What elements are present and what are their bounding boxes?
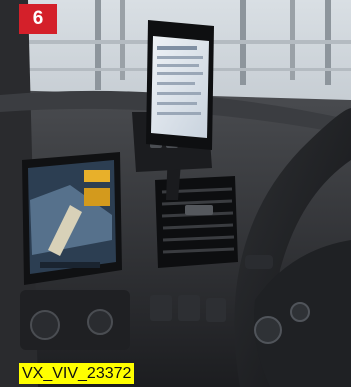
image-id-caption: VX_VIV_23372 [19,363,135,384]
photo-scene [0,0,351,387]
phone [146,20,214,150]
infotainment-screen [22,152,122,285]
product-photo: 6 VX_VIV_23372 [0,0,351,387]
figure-number-badge: 6 [19,4,57,34]
